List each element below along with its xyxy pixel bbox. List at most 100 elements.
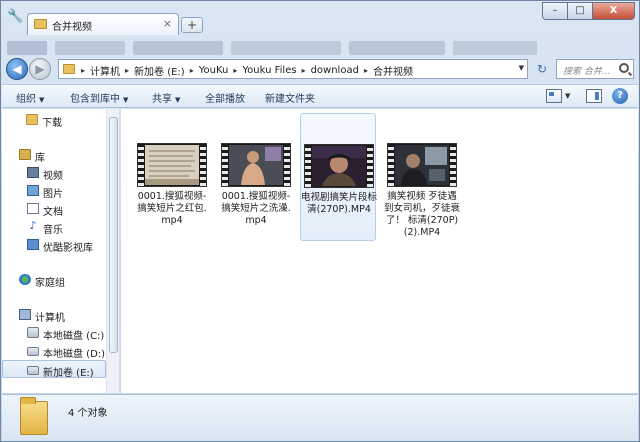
film-strip [222, 144, 228, 186]
nav-item-label: 本地磁盘 (C:) [43, 331, 105, 342]
address-row: ◀ ▶ ▸ 计算机 ▸ 新加卷 (E:) ▸ YouKu ▸ Youku Fil… [1, 57, 639, 81]
homegroup-icon [19, 274, 31, 285]
file-name: 搞笑视频 歹徒遇到女司机，歹徒衰了！ 标清(270P)(2).MP4 [384, 191, 461, 238]
breadcrumb-item[interactable]: 合并视频 [370, 63, 416, 78]
breadcrumb-separator-icon[interactable]: ▸ [231, 66, 239, 75]
nav-item-libraries[interactable]: 库 [2, 146, 106, 164]
wrench-icon[interactable]: 🔧 [7, 10, 23, 24]
redacted-bookmarks-band [7, 37, 633, 59]
breadcrumb-separator-icon[interactable]: ▸ [300, 66, 308, 75]
window-controls: – □ X [542, 2, 635, 20]
video-thumbnail [304, 144, 374, 188]
folder-icon [20, 397, 48, 435]
file-item[interactable]: 0001.搜狐视频-搞笑短片之洗澡.mp4 [218, 113, 294, 241]
nav-item-youku-library[interactable]: 优酷影视库 [2, 236, 106, 254]
nav-item-label: 文档 [43, 207, 63, 218]
thumbnail-image [395, 145, 449, 185]
documents-library-icon [27, 203, 39, 214]
film-strip [450, 144, 456, 186]
nav-scrollbar[interactable] [106, 109, 119, 393]
film-strip [305, 145, 311, 187]
file-item[interactable]: 0001.搜狐视频-搞笑短片之红包.mp4 [134, 113, 210, 241]
include-label: 包含到库中 [70, 94, 120, 105]
breadcrumb-separator-icon[interactable]: ▸ [362, 66, 370, 75]
breadcrumb-separator-icon[interactable]: ▸ [123, 66, 131, 75]
preview-pane-icon[interactable] [586, 89, 602, 103]
forward-button[interactable]: ▶ [29, 58, 51, 80]
nav-item-drive-e[interactable]: 新加卷 (E:) [2, 360, 106, 379]
address-bar[interactable]: ▸ 计算机 ▸ 新加卷 (E:) ▸ YouKu ▸ Youku Files ▸… [58, 59, 528, 79]
nav-item-downloads[interactable]: 下载 [2, 111, 106, 129]
search-icon[interactable] [619, 63, 629, 73]
nav-item-label: 下载 [42, 118, 62, 129]
nav-item-label: 优酷影视库 [43, 243, 93, 254]
minimize-button[interactable]: – [542, 2, 568, 20]
back-button[interactable]: ◀ [6, 58, 28, 80]
include-in-library-menu[interactable]: 包含到库中 ▼ [70, 90, 128, 105]
youku-library-icon [27, 239, 39, 250]
nav-item-documents[interactable]: 文档 [2, 200, 106, 218]
nav-scrollbar-thumb[interactable] [109, 117, 118, 353]
pictures-library-icon [27, 185, 39, 196]
redacted-block [453, 41, 537, 55]
address-dropdown-icon[interactable]: ▼ [519, 64, 524, 72]
nav-item-pictures[interactable]: 图片 [2, 182, 106, 200]
nav-item-music[interactable]: ♪ 音乐 [2, 218, 106, 236]
breadcrumb-item[interactable]: Youku Files [239, 65, 299, 76]
change-view-icon[interactable] [546, 89, 562, 103]
dropdown-icon: ▼ [175, 96, 181, 104]
nav-item-computer[interactable]: 计算机 [2, 306, 106, 324]
nav-item-homegroup[interactable]: 家庭组 [2, 271, 106, 289]
video-library-icon [27, 167, 39, 178]
nav-item-label: 本地磁盘 (D:) [43, 349, 106, 360]
film-strip [367, 145, 373, 187]
navigation-pane: 下载 库 视频 图片 文档 ♪ 音乐 优酷影视库 家庭组 计算机 本地磁盘 (C… [2, 109, 120, 393]
search-placeholder: 搜索 合并... [563, 67, 611, 77]
dropdown-icon: ▼ [39, 96, 45, 104]
nav-item-label: 音乐 [43, 225, 63, 236]
tab-close-icon[interactable]: × [163, 17, 172, 30]
new-folder-button[interactable]: 新建文件夹 [265, 90, 315, 105]
redacted-block [231, 41, 341, 55]
thumbnail-image [229, 145, 283, 185]
tab-current-folder[interactable]: 合并视频 × [27, 13, 179, 35]
view-dropdown-icon[interactable]: ▼ [565, 92, 570, 100]
share-label: 共享 [152, 94, 172, 105]
file-item[interactable]: 电视剧搞笑片段标清(270P).MP4 [300, 113, 377, 241]
details-pane: 4 个对象 [2, 394, 638, 441]
video-thumbnail [221, 143, 291, 187]
file-name: 0001.搜狐视频-搞笑短片之洗澡.mp4 [221, 191, 291, 226]
new-tab-button[interactable]: + [181, 17, 203, 33]
nav-item-videos[interactable]: 视频 [2, 164, 106, 182]
share-menu[interactable]: 共享 ▼ [152, 90, 180, 105]
video-thumbnail [137, 143, 207, 187]
help-icon[interactable]: ? [612, 88, 628, 104]
breadcrumb-separator-icon[interactable]: ▸ [79, 66, 87, 75]
title-bar: 🔧 合并视频 × + – □ X [1, 1, 639, 35]
breadcrumb-separator-icon[interactable]: ▸ [188, 66, 196, 75]
breadcrumb-item[interactable]: YouKu [196, 65, 232, 76]
maximize-button[interactable]: □ [568, 2, 593, 20]
thumbnail-image [312, 146, 366, 186]
nav-item-drive-d[interactable]: 本地磁盘 (D:) [2, 342, 106, 360]
organize-label: 组织 [16, 94, 36, 105]
breadcrumb-item[interactable]: 计算机 [87, 63, 123, 78]
breadcrumb-item[interactable]: 新加卷 (E:) [131, 63, 188, 78]
organize-menu[interactable]: 组织 ▼ [16, 90, 44, 105]
play-all-button[interactable]: 全部播放 [205, 90, 245, 105]
music-library-icon: ♪ [27, 220, 39, 232]
folder-icon [34, 19, 47, 29]
tab-title: 合并视频 [52, 22, 92, 33]
breadcrumb-item[interactable]: download [308, 65, 362, 76]
dropdown-icon: ▼ [123, 96, 129, 104]
film-strip [284, 144, 290, 186]
search-input[interactable]: 搜索 合并... [556, 59, 634, 79]
nav-item-label: 新加卷 (E:) [43, 368, 94, 379]
file-item[interactable]: 搞笑视频 歹徒遇到女司机，歹徒衰了！ 标清(270P)(2).MP4 [384, 113, 460, 241]
command-bar: 组织 ▼ 包含到库中 ▼ 共享 ▼ 全部播放 新建文件夹 ▼ ? [2, 84, 638, 108]
nav-item-label: 视频 [43, 171, 63, 182]
refresh-icon[interactable]: ↻ [532, 61, 552, 79]
close-button[interactable]: X [593, 2, 635, 20]
nav-item-drive-c[interactable]: 本地磁盘 (C:) [2, 324, 106, 342]
library-icon [19, 149, 31, 160]
